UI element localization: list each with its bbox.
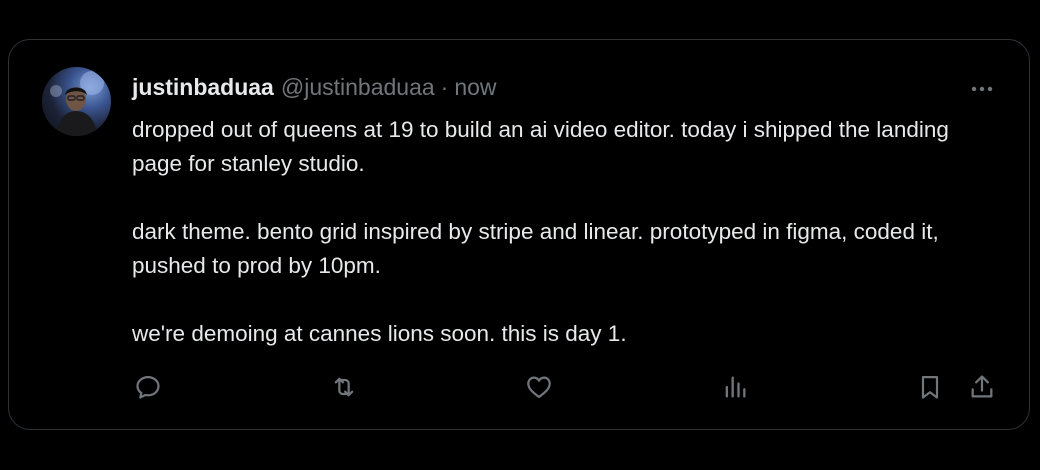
reply-icon bbox=[136, 375, 160, 399]
repost-icon bbox=[334, 377, 354, 397]
separator-dot: · bbox=[440, 73, 449, 100]
post-text: dropped out of queens at 19 to build an … bbox=[132, 113, 1002, 351]
avatar[interactable] bbox=[42, 67, 111, 136]
reply-button[interactable] bbox=[133, 372, 163, 402]
bookmark-button[interactable] bbox=[915, 372, 945, 402]
display-name[interactable]: justinbaduaa bbox=[132, 74, 274, 101]
post-header: justinbaduaa @justinbaduaa · now bbox=[132, 72, 497, 102]
views-button[interactable] bbox=[720, 372, 750, 402]
more-icon bbox=[971, 86, 993, 92]
repost-button[interactable] bbox=[329, 372, 359, 402]
share-icon bbox=[971, 375, 993, 398]
user-handle[interactable]: @justinbaduaa bbox=[281, 74, 435, 101]
timestamp[interactable]: now bbox=[454, 74, 496, 101]
post-paragraph: dark theme. bento grid inspired by strip… bbox=[132, 219, 939, 278]
more-options-button[interactable] bbox=[966, 78, 998, 100]
views-icon bbox=[725, 376, 746, 398]
like-icon bbox=[527, 376, 551, 399]
bookmark-icon bbox=[921, 375, 939, 399]
share-button[interactable] bbox=[967, 372, 997, 402]
post-paragraph: dropped out of queens at 19 to build an … bbox=[132, 117, 949, 176]
like-button[interactable] bbox=[524, 372, 554, 402]
post-paragraph: we're demoing at cannes lions soon. this… bbox=[132, 321, 627, 346]
